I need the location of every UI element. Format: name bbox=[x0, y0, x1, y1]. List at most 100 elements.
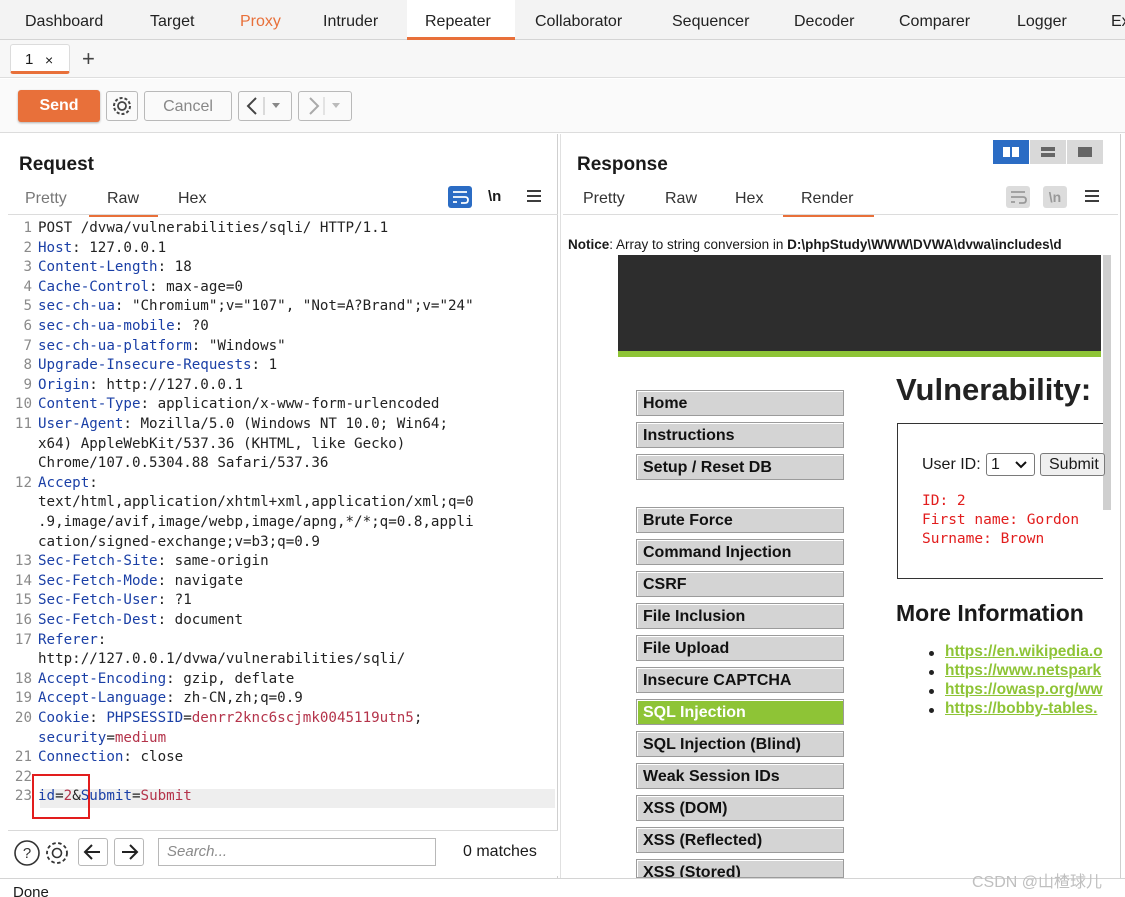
code-line: Sec-Fetch-Dest: document bbox=[38, 612, 243, 628]
tab-repeater[interactable]: Repeater bbox=[407, 0, 515, 40]
code-line: x64) AppleWebKit/537.36 (KHTML, like Gec… bbox=[38, 436, 405, 452]
notice-label: Notice bbox=[568, 237, 610, 252]
repeater-tab-label: 1 bbox=[25, 51, 34, 68]
layout-side-by-side-button[interactable] bbox=[993, 140, 1029, 164]
code-token: .9,image/avif,image/webp,image/apng,*/*;… bbox=[38, 514, 474, 530]
search-settings-gear-icon[interactable] bbox=[43, 839, 71, 871]
dvwa-menu-item[interactable]: Instructions bbox=[636, 422, 844, 448]
dvwa-menu-item[interactable]: Insecure CAPTCHA bbox=[636, 667, 844, 693]
code-token: : gzip, deflate bbox=[166, 670, 295, 687]
code-line: Upgrade-Insecure-Requests: 1 bbox=[38, 357, 277, 373]
page-heading: Vulnerability: bbox=[896, 372, 1092, 407]
line-number: 20 bbox=[14, 710, 32, 726]
bullet bbox=[929, 689, 934, 694]
dvwa-menu-item[interactable]: Setup / Reset DB bbox=[636, 454, 844, 480]
code-line: Content-Length: 18 bbox=[38, 259, 192, 275]
code-token: sec-ch-ua-platform bbox=[38, 337, 192, 354]
history-back-button[interactable] bbox=[238, 91, 292, 121]
history-forward-button[interactable] bbox=[298, 91, 352, 121]
reference-link[interactable]: https://www.netspark bbox=[945, 662, 1101, 680]
dvwa-menu-item[interactable]: XSS (Stored) bbox=[636, 859, 844, 878]
code-line: sec-ch-ua-mobile: ?0 bbox=[38, 318, 209, 334]
search-next-button[interactable] bbox=[114, 838, 144, 866]
search-input[interactable]: Search... bbox=[158, 838, 436, 866]
code-token: Connection bbox=[38, 749, 124, 766]
layout-stacked-button[interactable] bbox=[1030, 140, 1066, 164]
user-id-label: User ID: bbox=[922, 456, 981, 473]
chevron-right-icon bbox=[309, 97, 340, 115]
code-line: Accept: bbox=[38, 475, 98, 491]
settings-button[interactable] bbox=[106, 91, 138, 121]
code-token: : max-age=0 bbox=[149, 278, 244, 295]
hamburger-menu-icon[interactable] bbox=[1084, 186, 1100, 210]
dvwa-menu-item[interactable]: Weak Session IDs bbox=[636, 763, 844, 789]
response-tab-render[interactable]: Render bbox=[783, 190, 874, 217]
dvwa-menu-item[interactable]: SQL Injection (Blind) bbox=[636, 731, 844, 757]
submit-button[interactable]: Submit bbox=[1040, 453, 1105, 476]
request-tab-pretty[interactable]: Pretty bbox=[25, 190, 67, 208]
response-tab-hex[interactable]: Hex bbox=[735, 190, 763, 208]
line-number: 3 bbox=[23, 259, 32, 276]
code-token: medium bbox=[114, 729, 167, 746]
code-token: cation/signed-exchange;v=b3;q=0.9 bbox=[38, 533, 320, 550]
dvwa-menu-item[interactable]: Home bbox=[636, 390, 844, 416]
layout-single-button[interactable] bbox=[1067, 140, 1103, 164]
close-icon[interactable]: × bbox=[45, 52, 53, 68]
chevron-down-icon bbox=[1015, 461, 1027, 469]
show-newlines-toggle[interactable]: \n bbox=[488, 188, 501, 205]
code-token: : "Chromium";v="107", "Not=A?Brand";v="2… bbox=[114, 298, 474, 315]
tab-sequencer[interactable]: Sequencer bbox=[672, 0, 749, 40]
tab-decoder[interactable]: Decoder bbox=[794, 0, 854, 40]
tab-comparer[interactable]: Comparer bbox=[899, 0, 970, 40]
tab-logger[interactable]: Logger bbox=[1017, 0, 1067, 40]
add-tab-icon[interactable]: + bbox=[82, 46, 95, 72]
code-line: Referer: bbox=[38, 632, 106, 648]
code-token: : zh-CN,zh;q=0.9 bbox=[166, 690, 303, 707]
dvwa-menu-item[interactable]: File Upload bbox=[636, 635, 844, 661]
reference-link[interactable]: https://bobby-tables. bbox=[945, 700, 1097, 718]
tab-collaborator[interactable]: Collaborator bbox=[535, 0, 622, 40]
tab-proxy[interactable]: Proxy bbox=[240, 0, 281, 40]
send-button[interactable]: Send bbox=[18, 90, 100, 122]
hamburger-menu-icon[interactable] bbox=[526, 186, 542, 210]
repeater-tab-1[interactable]: 1 × bbox=[10, 44, 70, 74]
response-tab-pretty[interactable]: Pretty bbox=[583, 190, 625, 208]
wrap-lines-toggle[interactable] bbox=[448, 186, 472, 208]
tab-extensions-truncated[interactable]: Ex bbox=[1111, 0, 1125, 40]
request-tab-raw[interactable]: Raw bbox=[89, 190, 158, 217]
code-token: Cookie bbox=[38, 710, 90, 726]
response-tab-raw[interactable]: Raw bbox=[665, 190, 697, 208]
code-token: : document bbox=[157, 612, 244, 628]
wrap-lines-toggle[interactable] bbox=[1006, 186, 1030, 208]
dvwa-menu-item[interactable]: CSRF bbox=[636, 571, 844, 597]
search-prev-button[interactable] bbox=[78, 838, 108, 866]
code-token: text/html,application/xhtml+xml,applicat… bbox=[38, 494, 474, 511]
dvwa-menu-item[interactable]: File Inclusion bbox=[636, 603, 844, 629]
code-line: sec-ch-ua: "Chromium";v="107", "Not=A?Br… bbox=[38, 298, 474, 314]
bullet bbox=[929, 651, 934, 656]
code-token: Cache-Control bbox=[38, 278, 150, 295]
tab-intruder[interactable]: Intruder bbox=[323, 0, 378, 40]
user-id-select[interactable]: 1 bbox=[986, 453, 1035, 476]
dvwa-menu-item[interactable]: XSS (Reflected) bbox=[636, 827, 844, 853]
line-number: 14 bbox=[14, 572, 32, 589]
tab-dashboard[interactable]: Dashboard bbox=[25, 0, 103, 40]
line-number: 22 bbox=[14, 768, 32, 785]
dvwa-menu-item[interactable]: XSS (DOM) bbox=[636, 795, 844, 821]
request-tab-hex[interactable]: Hex bbox=[178, 190, 206, 208]
code-line: text/html,application/xhtml+xml,applicat… bbox=[38, 494, 474, 510]
dvwa-menu-item[interactable]: Brute Force bbox=[636, 507, 844, 533]
tab-target[interactable]: Target bbox=[150, 0, 194, 40]
cancel-button[interactable]: Cancel bbox=[144, 91, 232, 121]
line-number: 2 bbox=[23, 239, 32, 256]
dvwa-menu-item[interactable]: SQL Injection bbox=[636, 699, 844, 725]
reference-link[interactable]: https://owasp.org/ww bbox=[945, 681, 1103, 699]
reference-link[interactable]: https://en.wikipedia.o bbox=[945, 643, 1103, 661]
code-token: sec-ch-ua bbox=[38, 298, 115, 315]
line-number: 8 bbox=[23, 357, 32, 374]
dvwa-menu-item[interactable]: Command Injection bbox=[636, 539, 844, 565]
show-newlines-toggle[interactable]: \n bbox=[1043, 186, 1067, 208]
help-icon[interactable]: ? bbox=[13, 839, 41, 871]
divider bbox=[8, 214, 558, 215]
code-token: http://127.0.0.1/dvwa/vulnerabilities/sq… bbox=[38, 651, 406, 668]
